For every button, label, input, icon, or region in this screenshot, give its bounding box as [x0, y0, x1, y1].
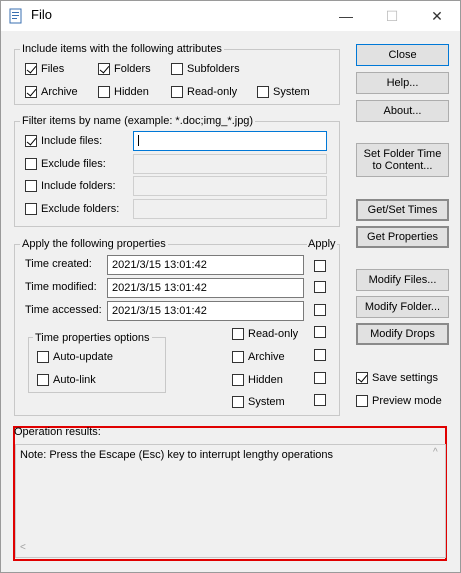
archive-attr-label: Archive: [41, 86, 78, 98]
results-horizontal-scrollbar[interactable]: <: [16, 540, 445, 557]
time-modified-label: Time modified:: [25, 281, 97, 293]
archive-prop-label: Archive: [248, 351, 285, 363]
hidden-attr-label: Hidden: [114, 86, 149, 98]
close-icon: ✕: [431, 7, 443, 24]
main-window: Filo — ☐ ✕ Include items with the follow…: [0, 0, 461, 573]
apply-readonly-checkbox[interactable]: [314, 326, 326, 338]
properties-group-title: Apply the following properties: [20, 238, 168, 250]
results-label: Operation results:: [14, 426, 101, 438]
modify-files-button[interactable]: Modify Files...: [356, 269, 449, 291]
app-icon: [9, 8, 23, 24]
exclude-folders-checkbox[interactable]: [25, 203, 37, 215]
files-label: Files: [41, 63, 65, 75]
subfolders-label: Subfolders: [187, 63, 240, 75]
time-modified-input[interactable]: 2021/3/15 13:01:42: [107, 278, 304, 298]
modify-folder-button[interactable]: Modify Folder...: [356, 296, 449, 318]
apply-created-checkbox[interactable]: [314, 260, 326, 272]
results-textarea[interactable]: Note: Press the Escape (Esc) key to inte…: [15, 444, 446, 558]
maximize-icon: ☐: [385, 7, 399, 24]
exclude-folders-label: Exclude folders:: [41, 203, 120, 215]
readonly-prop-label: Read-only: [248, 328, 299, 340]
help-button[interactable]: Help...: [356, 72, 449, 94]
preview-mode-label: Preview mode: [372, 395, 442, 407]
archive-attr-checkbox[interactable]: [25, 86, 37, 98]
include-files-label: Include files:: [41, 135, 103, 147]
auto-update-label: Auto-update: [53, 351, 113, 363]
system-prop-label: System: [248, 396, 285, 408]
title-bar: Filo — ☐ ✕: [1, 1, 460, 31]
window-title: Filo: [31, 7, 52, 22]
exclude-folders-input[interactable]: [133, 199, 327, 219]
set-folder-time-button[interactable]: Set Folder Time to Content...: [356, 143, 449, 177]
subfolders-checkbox[interactable]: [171, 63, 183, 75]
filter-group-title: Filter items by name (example: *.doc;img…: [20, 115, 256, 127]
time-options-title: Time properties options: [33, 332, 152, 344]
include-folders-input[interactable]: [133, 176, 327, 196]
include-folders-checkbox[interactable]: [25, 180, 37, 192]
close-button[interactable]: Close: [356, 44, 449, 66]
files-checkbox[interactable]: [25, 63, 37, 75]
close-window-button[interactable]: ✕: [414, 1, 460, 31]
minimize-icon: —: [339, 8, 353, 24]
hidden-attr-checkbox[interactable]: [98, 86, 110, 98]
preview-mode-checkbox[interactable]: [356, 395, 368, 407]
system-attr-label: System: [273, 86, 310, 98]
auto-link-checkbox[interactable]: [37, 374, 49, 386]
exclude-files-checkbox[interactable]: [25, 158, 37, 170]
hidden-prop-checkbox[interactable]: [232, 374, 244, 386]
scroll-left-icon[interactable]: <: [20, 542, 26, 553]
save-settings-checkbox[interactable]: [356, 372, 368, 384]
apply-header: Apply: [307, 238, 337, 250]
archive-prop-checkbox[interactable]: [232, 351, 244, 363]
time-accessed-label: Time accessed:: [25, 304, 102, 316]
about-button[interactable]: About...: [356, 100, 449, 122]
folders-label: Folders: [114, 63, 151, 75]
apply-system-checkbox[interactable]: [314, 394, 326, 406]
auto-link-label: Auto-link: [53, 374, 96, 386]
time-accessed-input[interactable]: 2021/3/15 13:01:42: [107, 301, 304, 321]
apply-hidden-checkbox[interactable]: [314, 372, 326, 384]
readonly-attr-label: Read-only: [187, 86, 238, 98]
auto-update-checkbox[interactable]: [37, 351, 49, 363]
maximize-button[interactable]: ☐: [369, 1, 415, 31]
exclude-files-label: Exclude files:: [41, 158, 106, 170]
folders-checkbox[interactable]: [98, 63, 110, 75]
system-attr-checkbox[interactable]: [257, 86, 269, 98]
system-prop-checkbox[interactable]: [232, 396, 244, 408]
results-text: Note: Press the Escape (Esc) key to inte…: [20, 449, 334, 461]
attributes-group-title: Include items with the following attribu…: [20, 43, 224, 55]
readonly-prop-checkbox[interactable]: [232, 328, 244, 340]
exclude-files-input[interactable]: [133, 154, 327, 174]
save-settings-label: Save settings: [372, 372, 439, 384]
apply-archive-checkbox[interactable]: [314, 349, 326, 361]
apply-modified-checkbox[interactable]: [314, 281, 326, 293]
get-set-times-button[interactable]: Get/Set Times: [356, 199, 449, 221]
get-properties-button[interactable]: Get Properties: [356, 226, 449, 248]
time-created-label: Time created:: [25, 258, 92, 270]
scroll-up-icon[interactable]: ^: [433, 447, 438, 458]
modify-drops-button[interactable]: Modify Drops: [356, 323, 449, 345]
time-created-input[interactable]: 2021/3/15 13:01:42: [107, 255, 304, 275]
minimize-button[interactable]: —: [323, 1, 369, 31]
include-files-checkbox[interactable]: [25, 135, 37, 147]
apply-accessed-checkbox[interactable]: [314, 304, 326, 316]
readonly-attr-checkbox[interactable]: [171, 86, 183, 98]
hidden-prop-label: Hidden: [248, 374, 283, 386]
include-folders-label: Include folders:: [41, 180, 116, 192]
include-files-input[interactable]: [133, 131, 327, 151]
